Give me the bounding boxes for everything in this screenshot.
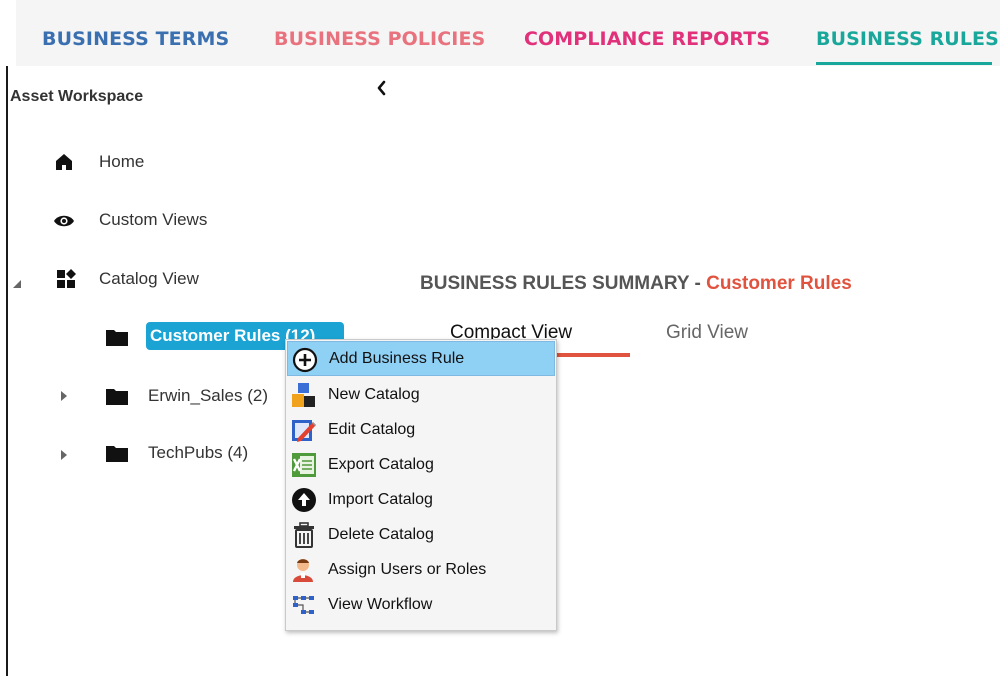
tree-item-techpubs[interactable]: TechPubs (4)	[104, 439, 284, 467]
user-icon	[291, 557, 317, 583]
menu-item-view-workflow[interactable]: View Workflow	[287, 587, 555, 622]
summary-title: BUSINESS RULES SUMMARY - Customer Rules	[420, 273, 852, 295]
folder-icon	[106, 387, 128, 410]
summary-title-text: BUSINESS RULES SUMMARY -	[420, 273, 707, 294]
menu-item-label: Assign Users or Roles	[328, 560, 487, 578]
tree-item-erwin-sales[interactable]: Erwin_Sales (2)	[104, 382, 286, 410]
menu-item-export-catalog[interactable]: Export Catalog	[287, 447, 555, 482]
catalog-icon	[56, 269, 76, 294]
export-excel-icon	[291, 452, 317, 478]
tree-item-label: Custom Views	[99, 210, 208, 229]
caret-expanded-icon[interactable]	[12, 276, 22, 294]
menu-item-delete-catalog[interactable]: Delete Catalog	[287, 517, 555, 552]
tree-item-label: Catalog View	[99, 269, 199, 288]
home-icon	[55, 153, 73, 176]
workflow-icon	[291, 592, 317, 618]
tree-item-home[interactable]: Home	[50, 148, 250, 176]
tree-item-custom-views[interactable]: Custom Views	[50, 206, 270, 234]
context-menu: Add Business Rule New Catalog Edit Catal…	[285, 339, 557, 631]
menu-item-label: Export Catalog	[328, 455, 434, 473]
tree-item-label: Home	[99, 152, 145, 171]
tree-item-label: TechPubs (4)	[148, 443, 249, 462]
tree-item-label: Erwin_Sales (2)	[148, 386, 268, 405]
active-tab-underline	[816, 62, 992, 65]
tab-grid-view[interactable]: Grid View	[666, 322, 748, 344]
menu-item-label: Add Business Rule	[329, 349, 465, 367]
menu-item-label: View Workflow	[328, 595, 433, 613]
top-tab-bar: BUSINESS TERMS BUSINESS POLICIES COMPLIA…	[16, 0, 1000, 66]
eye-icon	[53, 213, 75, 233]
menu-item-add-business-rule[interactable]: Add Business Rule	[287, 341, 555, 376]
edit-catalog-icon	[291, 417, 317, 443]
tab-business-rules[interactable]: BUSINESS RULES	[816, 28, 999, 50]
tree-item-catalog-view[interactable]: Catalog View	[50, 265, 270, 293]
tab-business-terms[interactable]: BUSINESS TERMS	[42, 28, 229, 50]
add-circle-icon	[292, 347, 318, 373]
tab-business-policies[interactable]: BUSINESS POLICIES	[274, 28, 485, 50]
caret-collapsed-icon[interactable]	[60, 448, 68, 466]
menu-item-new-catalog[interactable]: New Catalog	[287, 377, 555, 412]
menu-item-assign-users-or-roles[interactable]: Assign Users or Roles	[287, 552, 555, 587]
panel-border	[6, 66, 8, 676]
menu-item-label: New Catalog	[328, 385, 420, 403]
menu-item-import-catalog[interactable]: Import Catalog	[287, 482, 555, 517]
chevron-left-icon[interactable]	[374, 78, 390, 98]
folder-icon	[106, 328, 128, 351]
folder-icon	[106, 444, 128, 467]
summary-catalog-name: Customer Rules	[706, 273, 852, 294]
menu-item-label: Import Catalog	[328, 490, 433, 508]
menu-item-edit-catalog[interactable]: Edit Catalog	[287, 412, 555, 447]
menu-item-label: Edit Catalog	[328, 420, 416, 438]
menu-item-label: Delete Catalog	[328, 525, 434, 543]
upload-circle-icon	[291, 487, 317, 513]
trash-icon	[291, 522, 317, 548]
caret-collapsed-icon[interactable]	[60, 389, 68, 407]
workspace-title: Asset Workspace	[10, 88, 144, 105]
tab-compliance-reports[interactable]: COMPLIANCE REPORTS	[524, 28, 770, 50]
new-catalog-icon	[291, 382, 317, 408]
